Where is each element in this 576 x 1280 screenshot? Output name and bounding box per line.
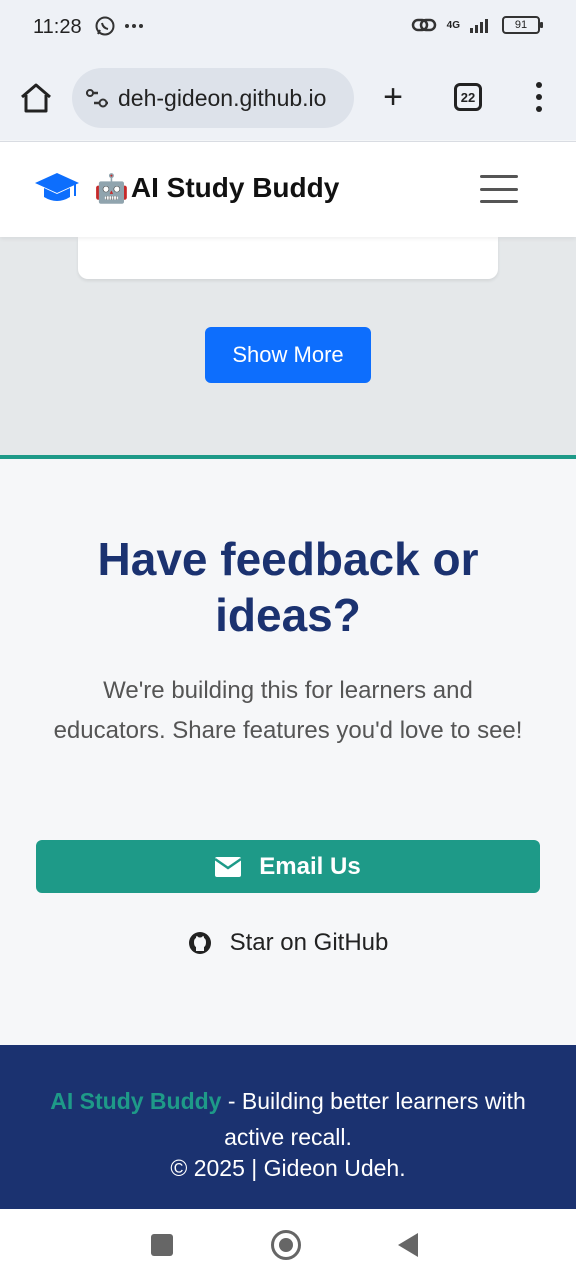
status-time: 11:28 [33,16,82,38]
brand-name: AI Study Buddy [130,172,340,203]
tabs-icon[interactable]: 22 [454,83,482,111]
home-icon[interactable] [18,80,54,116]
browser-toolbar: deh-gideon.github.io + 22 [0,56,576,140]
status-notifications [94,15,144,37]
card [78,237,498,279]
signal-icon [470,19,488,33]
link-icon [411,18,436,32]
hamburger-icon[interactable] [480,175,518,203]
site-settings-icon[interactable] [84,86,110,110]
home-nav-button[interactable] [271,1230,301,1260]
show-more-button[interactable]: Show More [205,327,371,383]
email-us-label: Email Us [259,852,361,880]
footer-brand: AI Study Buddy [50,1088,222,1114]
status-bar: 11:28 4G 91 [0,0,576,56]
url-text: deh-gideon.github.io [118,84,327,111]
footer-copyright: © 2025 | Gideon Udeh. [170,1155,406,1181]
feedback-text: We're building this for learners and edu… [53,677,523,744]
graduation-cap-icon [35,173,79,201]
address-bar[interactable]: deh-gideon.github.io [72,68,354,128]
feedback-title: Have feedback or ideas? [97,533,479,641]
battery-level: 91 [514,19,528,31]
menu-dots-icon[interactable] [534,82,544,112]
site-brand[interactable]: 🤖 AI Study Buddy [34,170,339,206]
battery-icon: 91 [502,16,543,34]
robot-emoji: 🤖 [94,172,129,204]
back-button[interactable] [398,1233,418,1257]
cards-section: Show More [0,237,576,455]
feedback-section: Have feedback or ideas? We're building t… [0,459,576,1045]
tab-count: 22 [460,89,476,105]
site-navbar: 🤖 AI Study Buddy [0,141,576,237]
more-icon [125,24,143,28]
email-us-button[interactable]: Email Us [36,840,540,893]
footer-tagline-text: - Building better learners with active r… [221,1088,526,1150]
network-type: 4G [446,19,460,31]
plus-icon[interactable]: + [376,80,410,114]
footer-tagline: AI Study Buddy - Building better learner… [20,1083,556,1155]
system-nav-bar [0,1209,576,1280]
status-right-icons: 4G 91 [411,15,543,35]
envelope-icon [215,856,242,877]
whatsapp-icon [95,16,115,36]
github-link[interactable]: Star on GitHub [0,929,576,957]
github-icon [188,932,211,954]
github-label: Star on GitHub [229,929,389,956]
site-footer: AI Study Buddy - Building better learner… [0,1045,576,1209]
recents-button[interactable] [151,1234,173,1256]
